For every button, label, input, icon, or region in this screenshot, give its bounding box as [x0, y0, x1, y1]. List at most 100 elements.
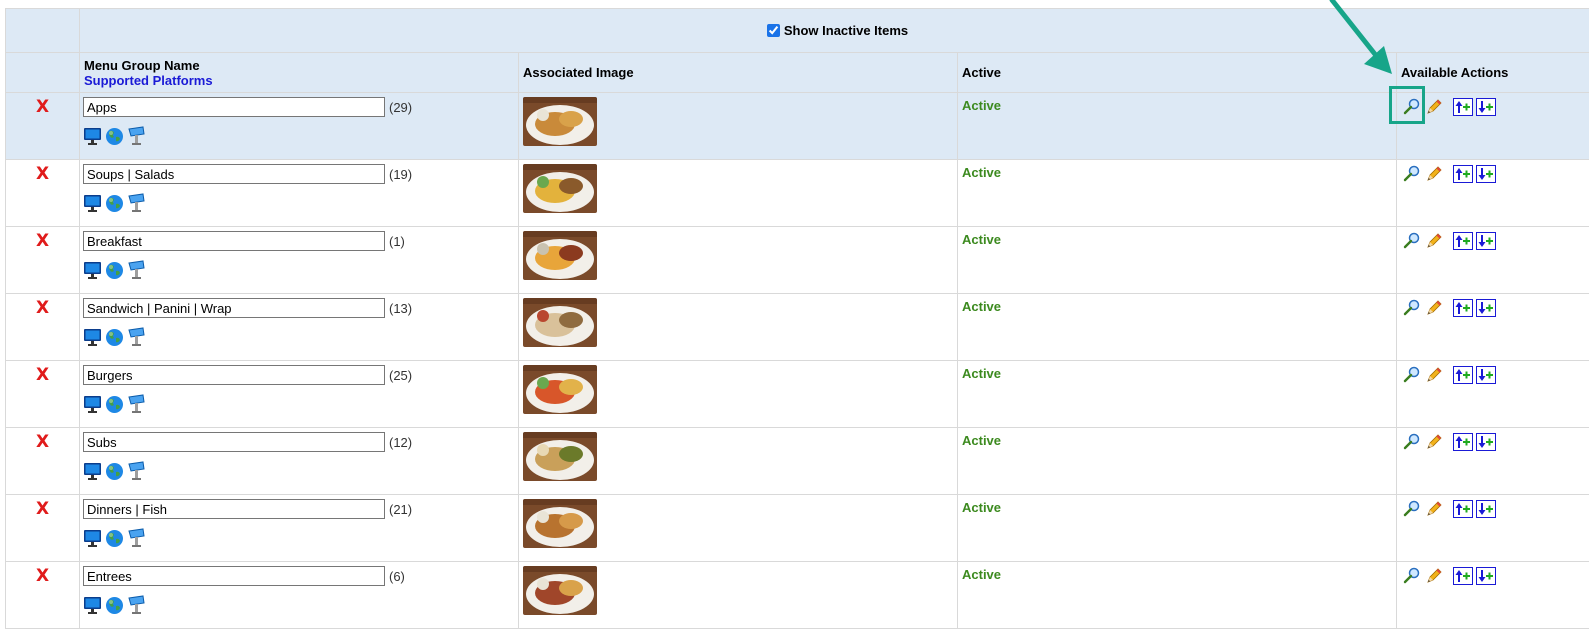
move-up-icon	[1455, 301, 1471, 315]
view-button[interactable]	[1403, 299, 1421, 317]
food-image[interactable]	[523, 231, 597, 280]
move-down-button[interactable]	[1476, 165, 1496, 183]
menu-group-name-input[interactable]	[83, 231, 385, 251]
delete-x-icon[interactable]: X	[36, 365, 49, 385]
platforms-icons	[83, 528, 518, 548]
move-down-button[interactable]	[1476, 433, 1496, 451]
item-count: (19)	[389, 167, 412, 182]
food-image[interactable]	[523, 97, 597, 146]
status-label: Active	[962, 433, 1001, 448]
food-image[interactable]	[523, 298, 597, 347]
edit-button[interactable]	[1425, 165, 1443, 183]
pencil-icon	[1425, 232, 1443, 250]
move-down-button[interactable]	[1476, 366, 1496, 384]
delete-x-icon[interactable]: X	[36, 97, 49, 117]
food-image[interactable]	[523, 164, 597, 213]
move-up-button[interactable]	[1453, 567, 1473, 585]
delete-column-header	[6, 53, 80, 93]
kiosk-icon	[127, 528, 146, 548]
item-count: (6)	[389, 569, 405, 584]
globe-icon	[105, 127, 124, 146]
platforms-icons	[83, 394, 518, 414]
move-down-button[interactable]	[1476, 567, 1496, 585]
highlight-box	[1389, 86, 1425, 124]
status-label: Active	[962, 232, 1001, 247]
actions-cell	[1397, 495, 1589, 562]
view-button[interactable]	[1403, 567, 1421, 585]
platforms-icons	[83, 327, 518, 347]
view-button[interactable]	[1403, 433, 1421, 451]
edit-button[interactable]	[1425, 299, 1443, 317]
item-count: (13)	[389, 301, 412, 316]
image-cell	[519, 160, 958, 227]
edit-button[interactable]	[1425, 433, 1443, 451]
delete-x-icon[interactable]: X	[36, 432, 49, 452]
edit-button[interactable]	[1425, 232, 1443, 250]
globe-icon	[105, 462, 124, 481]
move-up-button[interactable]	[1453, 299, 1473, 317]
move-down-button[interactable]	[1476, 98, 1496, 116]
move-down-icon	[1478, 435, 1494, 449]
show-inactive-checkbox[interactable]	[767, 24, 780, 37]
menu-group-name-input[interactable]	[83, 499, 385, 519]
pencil-icon	[1425, 366, 1443, 384]
name-cell: (13)	[80, 294, 519, 361]
delete-cell: X	[6, 562, 80, 629]
actions-cell	[1397, 93, 1589, 160]
delete-x-icon[interactable]: X	[36, 231, 49, 251]
menu-group-name-input[interactable]	[83, 566, 385, 586]
kiosk-icon	[127, 126, 146, 146]
pencil-icon	[1425, 567, 1443, 585]
delete-x-icon[interactable]: X	[36, 499, 49, 519]
move-down-icon	[1478, 502, 1494, 516]
monitor-icon	[83, 261, 102, 279]
edit-button[interactable]	[1425, 366, 1443, 384]
edit-button[interactable]	[1425, 500, 1443, 518]
filter-row-spacer	[6, 9, 80, 53]
food-image[interactable]	[523, 432, 597, 481]
pointer-arrow-icon	[1320, 0, 1400, 80]
food-image[interactable]	[523, 499, 597, 548]
table-row: X (29)	[6, 93, 1589, 160]
food-image[interactable]	[523, 365, 597, 414]
move-up-icon	[1455, 167, 1471, 181]
move-down-button[interactable]	[1476, 232, 1496, 250]
move-up-button[interactable]	[1453, 98, 1473, 116]
actions-cell	[1397, 227, 1589, 294]
active-cell: Active	[958, 93, 1397, 160]
view-button[interactable]	[1403, 500, 1421, 518]
kiosk-icon	[127, 394, 146, 414]
move-down-button[interactable]	[1476, 299, 1496, 317]
edit-button[interactable]	[1425, 567, 1443, 585]
name-column-header: Menu Group Name Supported Platforms	[80, 53, 519, 93]
name-cell: (29)	[80, 93, 519, 160]
menu-groups-table: Show Inactive Items Menu Group Name Supp…	[5, 8, 1589, 629]
move-up-button[interactable]	[1453, 366, 1473, 384]
move-down-button[interactable]	[1476, 500, 1496, 518]
name-cell: (1)	[80, 227, 519, 294]
move-up-button[interactable]	[1453, 500, 1473, 518]
view-button[interactable]	[1403, 165, 1421, 183]
delete-x-icon[interactable]: X	[36, 298, 49, 318]
view-button[interactable]	[1403, 232, 1421, 250]
edit-button[interactable]	[1425, 98, 1443, 116]
status-label: Active	[962, 500, 1001, 515]
menu-group-name-input[interactable]	[83, 164, 385, 184]
delete-x-icon[interactable]: X	[36, 566, 49, 586]
menu-group-name-input[interactable]	[83, 432, 385, 452]
move-up-button[interactable]	[1453, 165, 1473, 183]
status-label: Active	[962, 567, 1001, 582]
move-up-button[interactable]	[1453, 232, 1473, 250]
delete-x-icon[interactable]: X	[36, 164, 49, 184]
globe-icon	[105, 395, 124, 414]
menu-group-name-input[interactable]	[83, 365, 385, 385]
view-button[interactable]	[1403, 366, 1421, 384]
monitor-icon	[83, 328, 102, 346]
magnifier-icon	[1403, 299, 1421, 317]
item-count: (12)	[389, 435, 412, 450]
menu-group-name-input[interactable]	[83, 298, 385, 318]
menu-group-name-input[interactable]	[83, 97, 385, 117]
move-up-button[interactable]	[1453, 433, 1473, 451]
food-image[interactable]	[523, 566, 597, 615]
menu-groups-table-wrap: Show Inactive Items Menu Group Name Supp…	[5, 8, 1589, 629]
